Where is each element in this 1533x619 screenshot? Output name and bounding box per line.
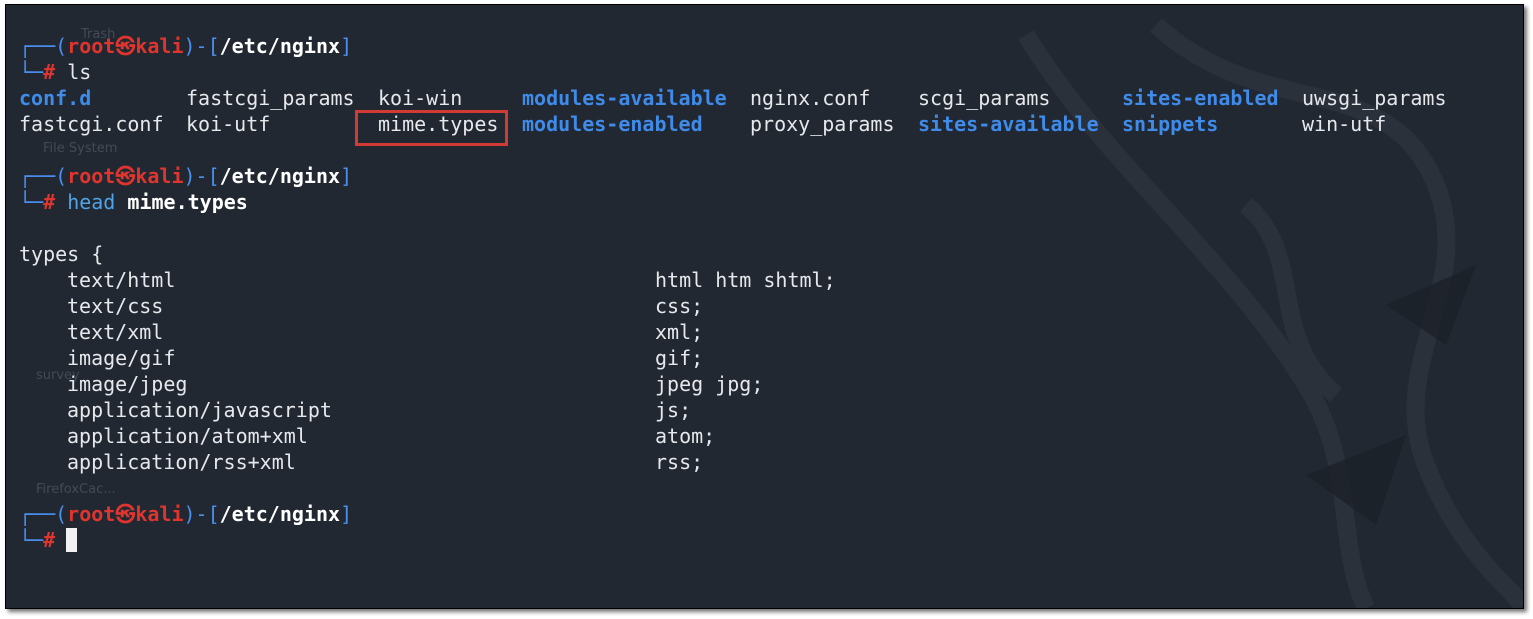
ls-entry-scgi-params: scgi_params bbox=[918, 86, 1051, 110]
mime-extensions: html htm shtml; bbox=[655, 268, 836, 292]
mime-extensions: gif; bbox=[655, 346, 704, 370]
mime-type: application/javascript bbox=[67, 398, 332, 422]
ls-entry-nginx-conf: nginx.conf bbox=[750, 86, 871, 110]
ls-entry-koi-utf: koi-utf bbox=[186, 112, 271, 136]
mime-type: text/html bbox=[67, 268, 176, 292]
mime-extensions: rss; bbox=[655, 450, 704, 474]
ls-entry-fastcgi-params: fastcgi_params bbox=[186, 86, 355, 110]
mime-type: text/css bbox=[67, 294, 164, 318]
ls-entry-sites-available: sites-available bbox=[918, 112, 1099, 136]
ls-entry-win-utf: win-utf bbox=[1302, 112, 1387, 136]
mime-extensions: xml; bbox=[655, 320, 704, 344]
mime-extensions: atom; bbox=[655, 424, 716, 448]
command-line-1: └─# ls bbox=[19, 60, 92, 84]
types-block-open: types { bbox=[19, 242, 104, 266]
mime-type: image/gif bbox=[67, 346, 176, 370]
ls-entry-sites-enabled: sites-enabled bbox=[1122, 86, 1279, 110]
ls-entry-proxy-params: proxy_params bbox=[750, 112, 895, 136]
ls-entry-koi-win: koi-win bbox=[378, 86, 463, 110]
skull-icon: ㉿ bbox=[115, 502, 136, 526]
mime-types-highlight-box bbox=[355, 110, 508, 146]
skull-icon: ㉿ bbox=[115, 164, 136, 188]
command-line-2: └─# head mime.types bbox=[19, 190, 248, 214]
mime-type: image/jpeg bbox=[67, 372, 188, 396]
mime-extensions: css; bbox=[655, 294, 704, 318]
skull-icon: ㉿ bbox=[115, 34, 136, 58]
text-cursor bbox=[66, 528, 77, 552]
mime-type: application/atom+xml bbox=[67, 424, 308, 448]
ls-entry-modules-enabled: modules-enabled bbox=[522, 112, 703, 136]
prompt-line-3: ┌──(root㉿kali)-[/etc/nginx] bbox=[19, 502, 353, 526]
ls-entry-conf-d: conf.d bbox=[19, 86, 92, 110]
mime-type: text/xml bbox=[67, 320, 164, 344]
prompt-line-2: ┌──(root㉿kali)-[/etc/nginx] bbox=[19, 164, 353, 188]
mime-extensions: jpeg jpg; bbox=[655, 372, 764, 396]
ls-entry-uwsgi-params: uwsgi_params bbox=[1302, 86, 1447, 110]
ls-entry-snippets: snippets bbox=[1122, 112, 1219, 136]
command-line-3[interactable]: └─# bbox=[19, 527, 55, 553]
ls-entry-fastcgi-conf: fastcgi.conf bbox=[19, 112, 164, 136]
terminal-window[interactable]: Trash File System survey FirefoxCac... ┌… bbox=[5, 4, 1524, 609]
mime-extensions: js; bbox=[655, 398, 692, 422]
prompt-line-1: ┌──(root㉿kali)-[/etc/nginx] bbox=[19, 34, 353, 58]
mime-type: application/rss+xml bbox=[67, 450, 296, 474]
ls-entry-modules-available: modules-available bbox=[522, 86, 727, 110]
